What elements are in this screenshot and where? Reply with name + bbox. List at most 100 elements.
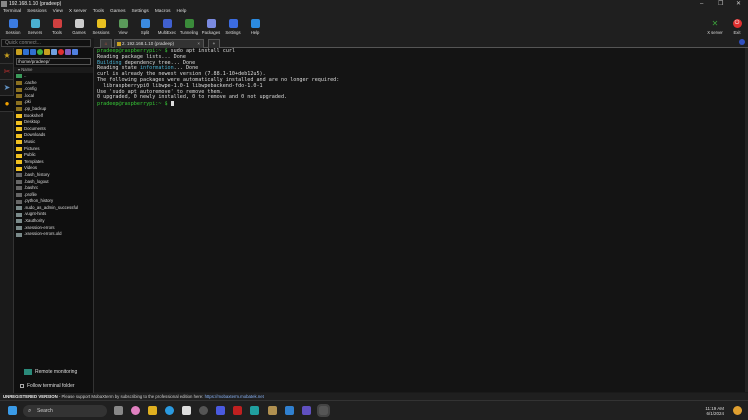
refresh-icon[interactable] bbox=[37, 49, 43, 55]
macros-tab[interactable]: ➤ bbox=[0, 80, 14, 96]
file-item[interactable]: .xsession-errors.old bbox=[14, 231, 93, 238]
new-file-icon[interactable] bbox=[51, 49, 57, 55]
tab-session[interactable]: 2. 192.168.1.10 (pradeep) × bbox=[114, 39, 204, 48]
up-folder-icon[interactable] bbox=[16, 49, 22, 55]
file-item[interactable]: Public bbox=[14, 152, 93, 159]
file-item[interactable]: Templates bbox=[14, 159, 93, 166]
copilot-tray-icon[interactable] bbox=[733, 406, 742, 415]
menu-settings[interactable]: Settings bbox=[131, 8, 148, 16]
view-button[interactable]: View bbox=[112, 16, 134, 38]
xserver-button[interactable]: ✕ X server bbox=[704, 16, 726, 38]
file-item[interactable]: .xsession-errors bbox=[14, 225, 93, 232]
help-button[interactable]: Help bbox=[244, 16, 266, 38]
sessions-star-tab[interactable]: ★ bbox=[0, 48, 14, 64]
app-icon-blue[interactable] bbox=[216, 406, 225, 415]
menu-terminal[interactable]: Terminal bbox=[3, 8, 21, 16]
menu-games[interactable]: Games bbox=[110, 8, 125, 16]
session-button[interactable]: Session bbox=[2, 16, 24, 38]
file-item[interactable]: .. bbox=[14, 73, 93, 80]
new-folder-icon[interactable] bbox=[44, 49, 50, 55]
follow-terminal-folder-checkbox[interactable]: Follow terminal folder bbox=[20, 382, 75, 390]
app-icon-purple[interactable] bbox=[302, 406, 311, 415]
file-item[interactable]: .config bbox=[14, 86, 93, 93]
file-icon bbox=[16, 74, 22, 79]
file-item[interactable]: Videos bbox=[14, 165, 93, 172]
new-tab-button[interactable]: + bbox=[208, 39, 220, 48]
games-button[interactable]: Games bbox=[68, 16, 90, 38]
file-item[interactable]: Pictures bbox=[14, 146, 93, 153]
close-button[interactable]: ✕ bbox=[736, 0, 741, 8]
file-item[interactable]: .pki bbox=[14, 99, 93, 106]
menu-macros[interactable]: Macros bbox=[155, 8, 171, 16]
delete-icon[interactable] bbox=[58, 49, 64, 55]
restore-button[interactable]: ❐ bbox=[718, 0, 723, 8]
mcafee-icon[interactable] bbox=[233, 406, 242, 415]
windows-start-icon[interactable] bbox=[8, 406, 17, 415]
photos-icon[interactable] bbox=[285, 406, 294, 415]
path-field[interactable]: /home/pradeep/ bbox=[16, 58, 91, 65]
menu-help[interactable]: Help bbox=[177, 8, 187, 16]
edge-icon[interactable] bbox=[165, 406, 174, 415]
file-item[interactable]: .vugnt-hints bbox=[14, 211, 93, 218]
settings-button[interactable]: Settings bbox=[222, 16, 244, 38]
settings-app-icon[interactable] bbox=[199, 406, 208, 415]
file-item[interactable]: .bash_logout bbox=[14, 179, 93, 186]
mobaxterm-taskbar-icon[interactable] bbox=[317, 404, 330, 417]
file-item[interactable]: .local bbox=[14, 93, 93, 100]
file-item[interactable]: .sudo_as_admin_successful bbox=[14, 205, 93, 212]
checkbox[interactable] bbox=[20, 383, 24, 388]
exit-button[interactable]: ⏻ Exit bbox=[726, 16, 748, 38]
file-item[interactable]: .bashrc bbox=[14, 185, 93, 192]
file-item[interactable]: .profile bbox=[14, 192, 93, 199]
close-tab-icon[interactable]: × bbox=[197, 40, 200, 48]
task-view-icon[interactable] bbox=[114, 406, 123, 415]
download-icon[interactable] bbox=[23, 49, 29, 55]
menu-tools[interactable]: Tools bbox=[93, 8, 104, 16]
minimize-button[interactable]: – bbox=[700, 0, 703, 8]
tools-button[interactable]: Tools bbox=[46, 16, 68, 38]
file-icon bbox=[16, 173, 22, 178]
file-item[interactable]: .cache bbox=[14, 80, 93, 87]
upload-icon[interactable] bbox=[30, 49, 36, 55]
clock[interactable]: 11:19 AM 6/1/2024 bbox=[705, 406, 724, 416]
file-item[interactable]: Desktop bbox=[14, 119, 93, 126]
file-item[interactable]: .python_history bbox=[14, 198, 93, 205]
file-item[interactable]: Downloads bbox=[14, 132, 93, 139]
terminal-prompt-line: pradeep@raspberrypi:~ $ bbox=[97, 101, 742, 108]
file-item[interactable]: .bash_history bbox=[14, 172, 93, 179]
file-item[interactable]: Bookshelf bbox=[14, 113, 93, 120]
tools-tab[interactable]: ✂ bbox=[0, 64, 14, 80]
folder-icon bbox=[16, 146, 22, 151]
menu-sessions[interactable]: Sessions bbox=[27, 8, 46, 16]
sessions-button[interactable]: Sessions bbox=[90, 16, 112, 38]
file-item[interactable]: Documents bbox=[14, 126, 93, 133]
menu-x-server[interactable]: X server bbox=[69, 8, 87, 16]
app-icon-tan[interactable] bbox=[268, 406, 277, 415]
remote-monitoring-button[interactable]: Remote monitoring bbox=[24, 368, 77, 376]
home-tab[interactable]: ⌂ bbox=[100, 39, 112, 48]
file-item[interactable]: Music bbox=[14, 139, 93, 146]
menu-view[interactable]: View bbox=[53, 8, 63, 16]
copilot-icon[interactable] bbox=[131, 406, 140, 415]
file-item[interactable]: .pp_backup bbox=[14, 106, 93, 113]
tunneling-button[interactable]: Tunneling bbox=[178, 16, 200, 38]
pin-icon[interactable] bbox=[739, 39, 745, 45]
file-explorer-icon[interactable] bbox=[148, 406, 157, 415]
store-icon[interactable] bbox=[182, 406, 191, 415]
mobaxterm-link[interactable]: https://mobaxterm.mobatek.net bbox=[205, 394, 264, 399]
multiexec-button[interactable]: MultiExec bbox=[156, 16, 178, 38]
split-button[interactable]: Split bbox=[134, 16, 156, 38]
sftp-tab[interactable]: ● bbox=[0, 96, 14, 112]
file-item[interactable]: .Xauthority bbox=[14, 218, 93, 225]
bookmark-icon[interactable] bbox=[72, 49, 78, 55]
terminal-output[interactable]: pradeep@raspberrypi:~ $ sudo apt install… bbox=[94, 48, 745, 392]
taskbar-search[interactable]: ⌕ Search bbox=[23, 405, 107, 417]
properties-icon[interactable] bbox=[65, 49, 71, 55]
folder-icon bbox=[16, 113, 22, 118]
file-icon bbox=[16, 226, 22, 231]
app-icon-teal[interactable] bbox=[250, 406, 259, 415]
search-icon: ⌕ bbox=[28, 408, 32, 414]
quick-connect-input[interactable]: Quick connect... bbox=[1, 39, 91, 47]
packages-button[interactable]: Packages bbox=[200, 16, 222, 38]
servers-button[interactable]: Servers bbox=[24, 16, 46, 38]
